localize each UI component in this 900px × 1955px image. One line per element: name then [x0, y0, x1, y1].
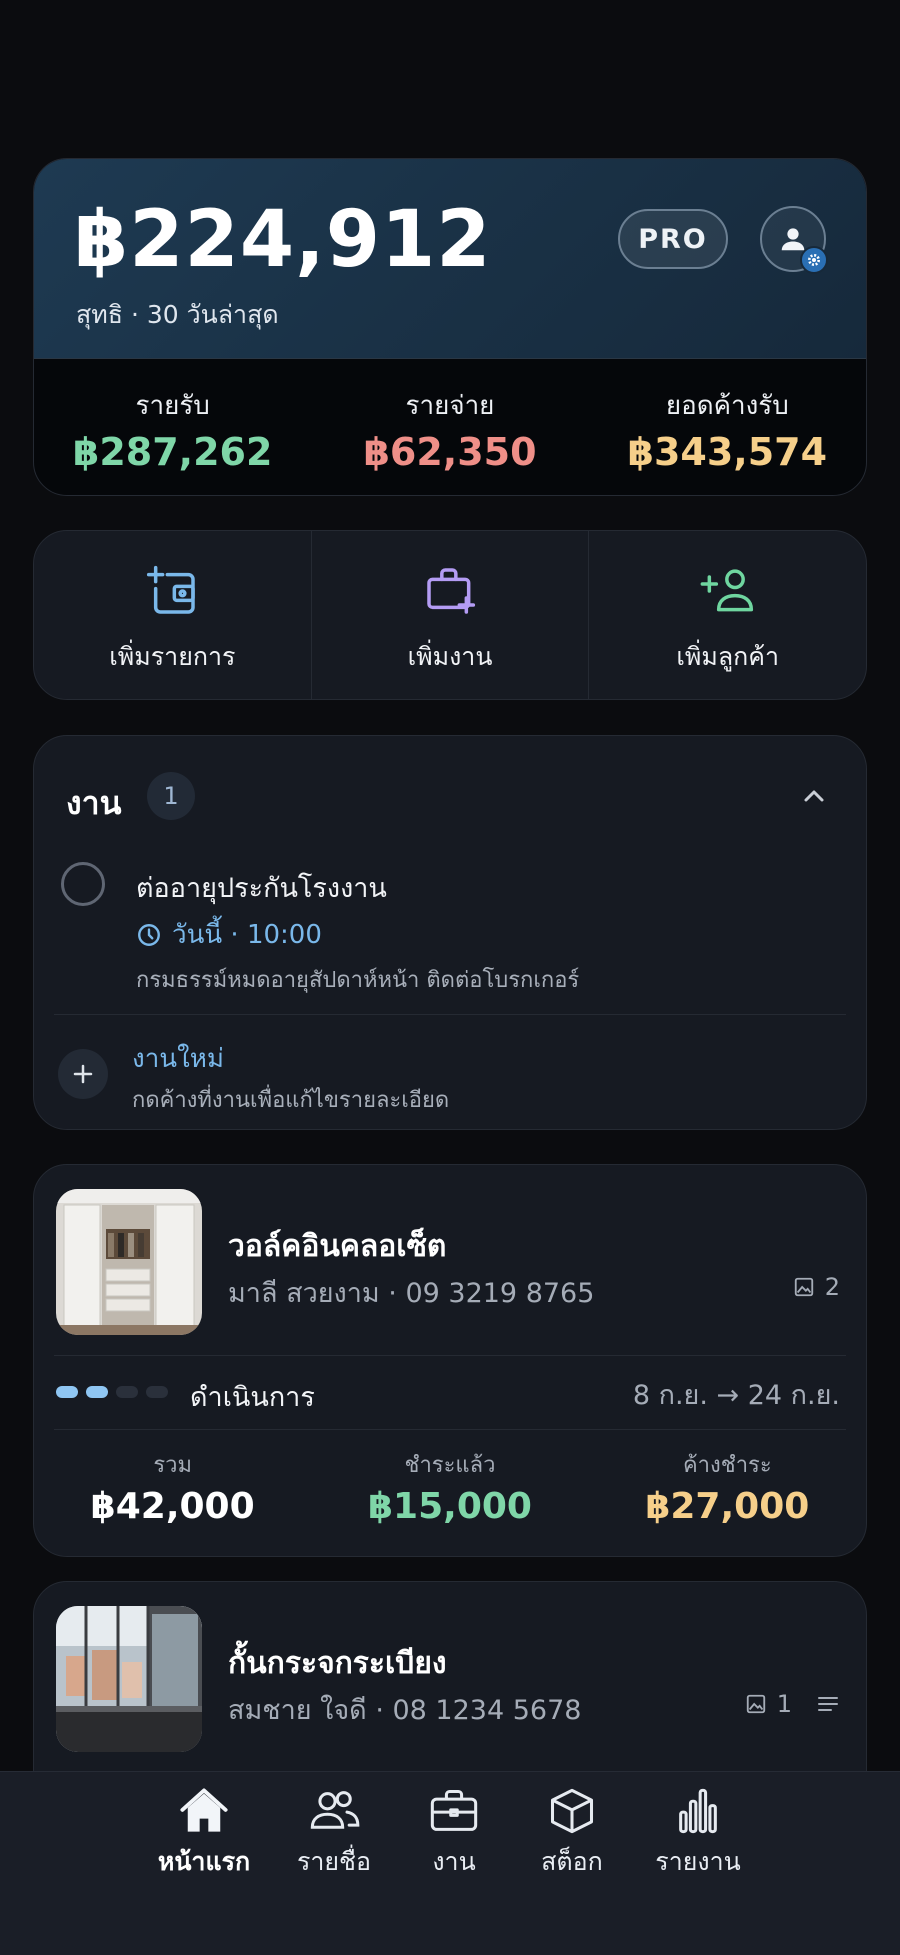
- nav-jobs[interactable]: งาน: [394, 1786, 514, 1882]
- add-job-button[interactable]: เพิ่มงาน: [312, 531, 590, 699]
- chevron-up-icon[interactable]: [794, 776, 834, 816]
- income-stat[interactable]: รายรับ ฿287,262: [34, 359, 311, 495]
- paid-label: ชำระแล้ว: [404, 1453, 496, 1478]
- net-caption: สุทธิ · 30 วันล่าสุด: [76, 300, 279, 329]
- total-value: ฿42,000: [90, 1486, 255, 1527]
- clock-icon: [138, 923, 160, 946]
- nav-reports[interactable]: รายงาน: [638, 1786, 758, 1882]
- box-icon: [550, 1788, 594, 1834]
- new-task-hint: กดค้างที่งานเพื่อแก้ไขรายละเอียด: [132, 1088, 450, 1113]
- receivable-label: ยอดค้างรับ: [665, 391, 789, 421]
- job-photo-count-text: 1: [776, 1690, 792, 1718]
- income-value: ฿287,262: [72, 430, 273, 474]
- progress-step-pending: [146, 1386, 168, 1398]
- add-job-label: เพิ่มงาน: [407, 642, 493, 671]
- nav-home[interactable]: หน้าแรก: [144, 1786, 264, 1882]
- divider: [54, 1014, 846, 1015]
- bar-chart-icon: [679, 1788, 717, 1834]
- expense-stat[interactable]: รายจ่าย ฿62,350: [311, 359, 588, 495]
- tasks-count-badge: 1: [147, 772, 195, 820]
- plus-icon: [73, 1064, 93, 1084]
- job-due: ค้างชำระ ฿27,000: [589, 1447, 866, 1527]
- progress-step-pending: [116, 1386, 138, 1398]
- profile-settings-button[interactable]: [760, 206, 828, 274]
- total-label: รวม: [153, 1453, 192, 1478]
- due-value: ฿27,000: [645, 1486, 810, 1527]
- home-icon: [180, 1788, 228, 1832]
- due-label: ค้างชำระ: [682, 1453, 772, 1478]
- nav-home-label: หน้าแรก: [157, 1847, 251, 1876]
- progress-step-done: [56, 1386, 78, 1398]
- task-due-text: วันนี้ · 10:00: [172, 920, 322, 950]
- job-photo-count: 1: [745, 1690, 840, 1718]
- job-thumbnail[interactable]: [56, 1606, 202, 1752]
- job-photo-count-text: 2: [824, 1273, 840, 1301]
- divider: [54, 1429, 846, 1430]
- job-phone: · 08 1234 5678: [375, 1695, 582, 1726]
- notes-icon: [818, 1697, 838, 1711]
- briefcase-icon: [430, 1789, 478, 1831]
- net-balance-panel: ฿224,912 สุทธิ · 30 วันล่าสุด PRO: [34, 159, 866, 359]
- income-label: รายรับ: [135, 391, 210, 421]
- add-transaction-button[interactable]: เพิ่มรายการ: [34, 531, 312, 699]
- job-dates: 8 ก.ย. → 24 ก.ย.: [632, 1380, 840, 1411]
- task-checkbox[interactable]: [61, 862, 105, 906]
- task-note: กรมธรรม์หมดอายุสัปดาห์หน้า ติดต่อโบรกเกอ…: [136, 968, 580, 993]
- task-due: วันนี้ · 10:00: [136, 914, 322, 955]
- job-totals: รวม ฿42,000 ชำระแล้ว ฿15,000 ค้างชำระ ฿2…: [34, 1447, 866, 1527]
- bottom-nav: หน้าแรก รายชื่อ งาน สต็อก รายงาน: [0, 1771, 900, 1955]
- quick-actions: เพิ่มรายการ เพิ่มงาน เพิ่มลูกค้า: [33, 530, 867, 700]
- pro-badge[interactable]: PRO: [618, 209, 728, 269]
- net-amount: ฿224,912: [74, 195, 492, 285]
- gear-icon: [800, 246, 828, 274]
- job-customer-line: สมชาย ใจดี · 08 1234 5678: [228, 1688, 581, 1731]
- add-transaction-icon: [147, 565, 196, 614]
- progress-step-done: [86, 1386, 108, 1398]
- nav-reports-label: รายงาน: [655, 1847, 741, 1876]
- stats-row: รายรับ ฿287,262 รายจ่าย ฿62,350 ยอดค้างร…: [34, 359, 866, 495]
- paid-value: ฿15,000: [368, 1486, 532, 1527]
- progress-steps: [56, 1386, 168, 1398]
- expense-label: รายจ่าย: [405, 391, 495, 421]
- job-total: รวม ฿42,000: [34, 1447, 311, 1527]
- image-icon: [746, 1694, 765, 1714]
- receivable-stat[interactable]: ยอดค้างรับ ฿343,574: [589, 359, 866, 495]
- tasks-card: งาน 1 ต่ออายุประกันโรงงาน วันนี้ · 10:00…: [33, 735, 867, 1130]
- add-customer-label: เพิ่มลูกค้า: [676, 642, 780, 671]
- receivable-value: ฿343,574: [627, 430, 828, 474]
- job-thumbnail[interactable]: [56, 1189, 202, 1335]
- add-customer-icon: [700, 569, 753, 612]
- nav-contacts-label: รายชื่อ: [296, 1847, 372, 1876]
- job-photo-count: 2: [793, 1273, 840, 1301]
- tasks-title: งาน: [66, 784, 122, 822]
- task-title[interactable]: ต่ออายุประกันโรงงาน: [136, 866, 387, 909]
- nav-stock-label: สต็อก: [541, 1847, 603, 1876]
- divider: [54, 1355, 846, 1356]
- nav-contacts[interactable]: รายชื่อ: [274, 1786, 394, 1882]
- job-customer: มาลี สวยงาม: [228, 1278, 380, 1309]
- job-paid: ชำระแล้ว ฿15,000: [311, 1447, 588, 1527]
- job-title: กั้นกระจกระเบียง: [228, 1646, 447, 1681]
- job-title: วอล์คอินคลอเซ็ต: [228, 1229, 447, 1264]
- job-customer-line: มาลี สวยงาม · 09 3219 8765: [228, 1271, 594, 1314]
- users-icon: [310, 1791, 360, 1829]
- nav-stock[interactable]: สต็อก: [512, 1786, 632, 1882]
- job-phone: · 09 3219 8765: [388, 1278, 595, 1309]
- image-icon: [794, 1277, 813, 1297]
- new-task-label[interactable]: งานใหม่: [132, 1038, 224, 1079]
- summary-card: ฿224,912 สุทธิ · 30 วันล่าสุด PRO รายรับ…: [33, 158, 867, 496]
- expense-value: ฿62,350: [363, 430, 537, 474]
- nav-jobs-label: งาน: [432, 1847, 476, 1876]
- add-job-icon: [427, 568, 476, 614]
- job-status: ดำเนินการ: [190, 1382, 315, 1413]
- add-transaction-label: เพิ่มรายการ: [109, 642, 236, 671]
- new-task-button[interactable]: [58, 1049, 108, 1099]
- job-card[interactable]: วอล์คอินคลอเซ็ต มาลี สวยงาม · 09 3219 87…: [33, 1164, 867, 1557]
- job-customer: สมชาย ใจดี: [228, 1695, 367, 1726]
- add-customer-button[interactable]: เพิ่มลูกค้า: [589, 531, 866, 699]
